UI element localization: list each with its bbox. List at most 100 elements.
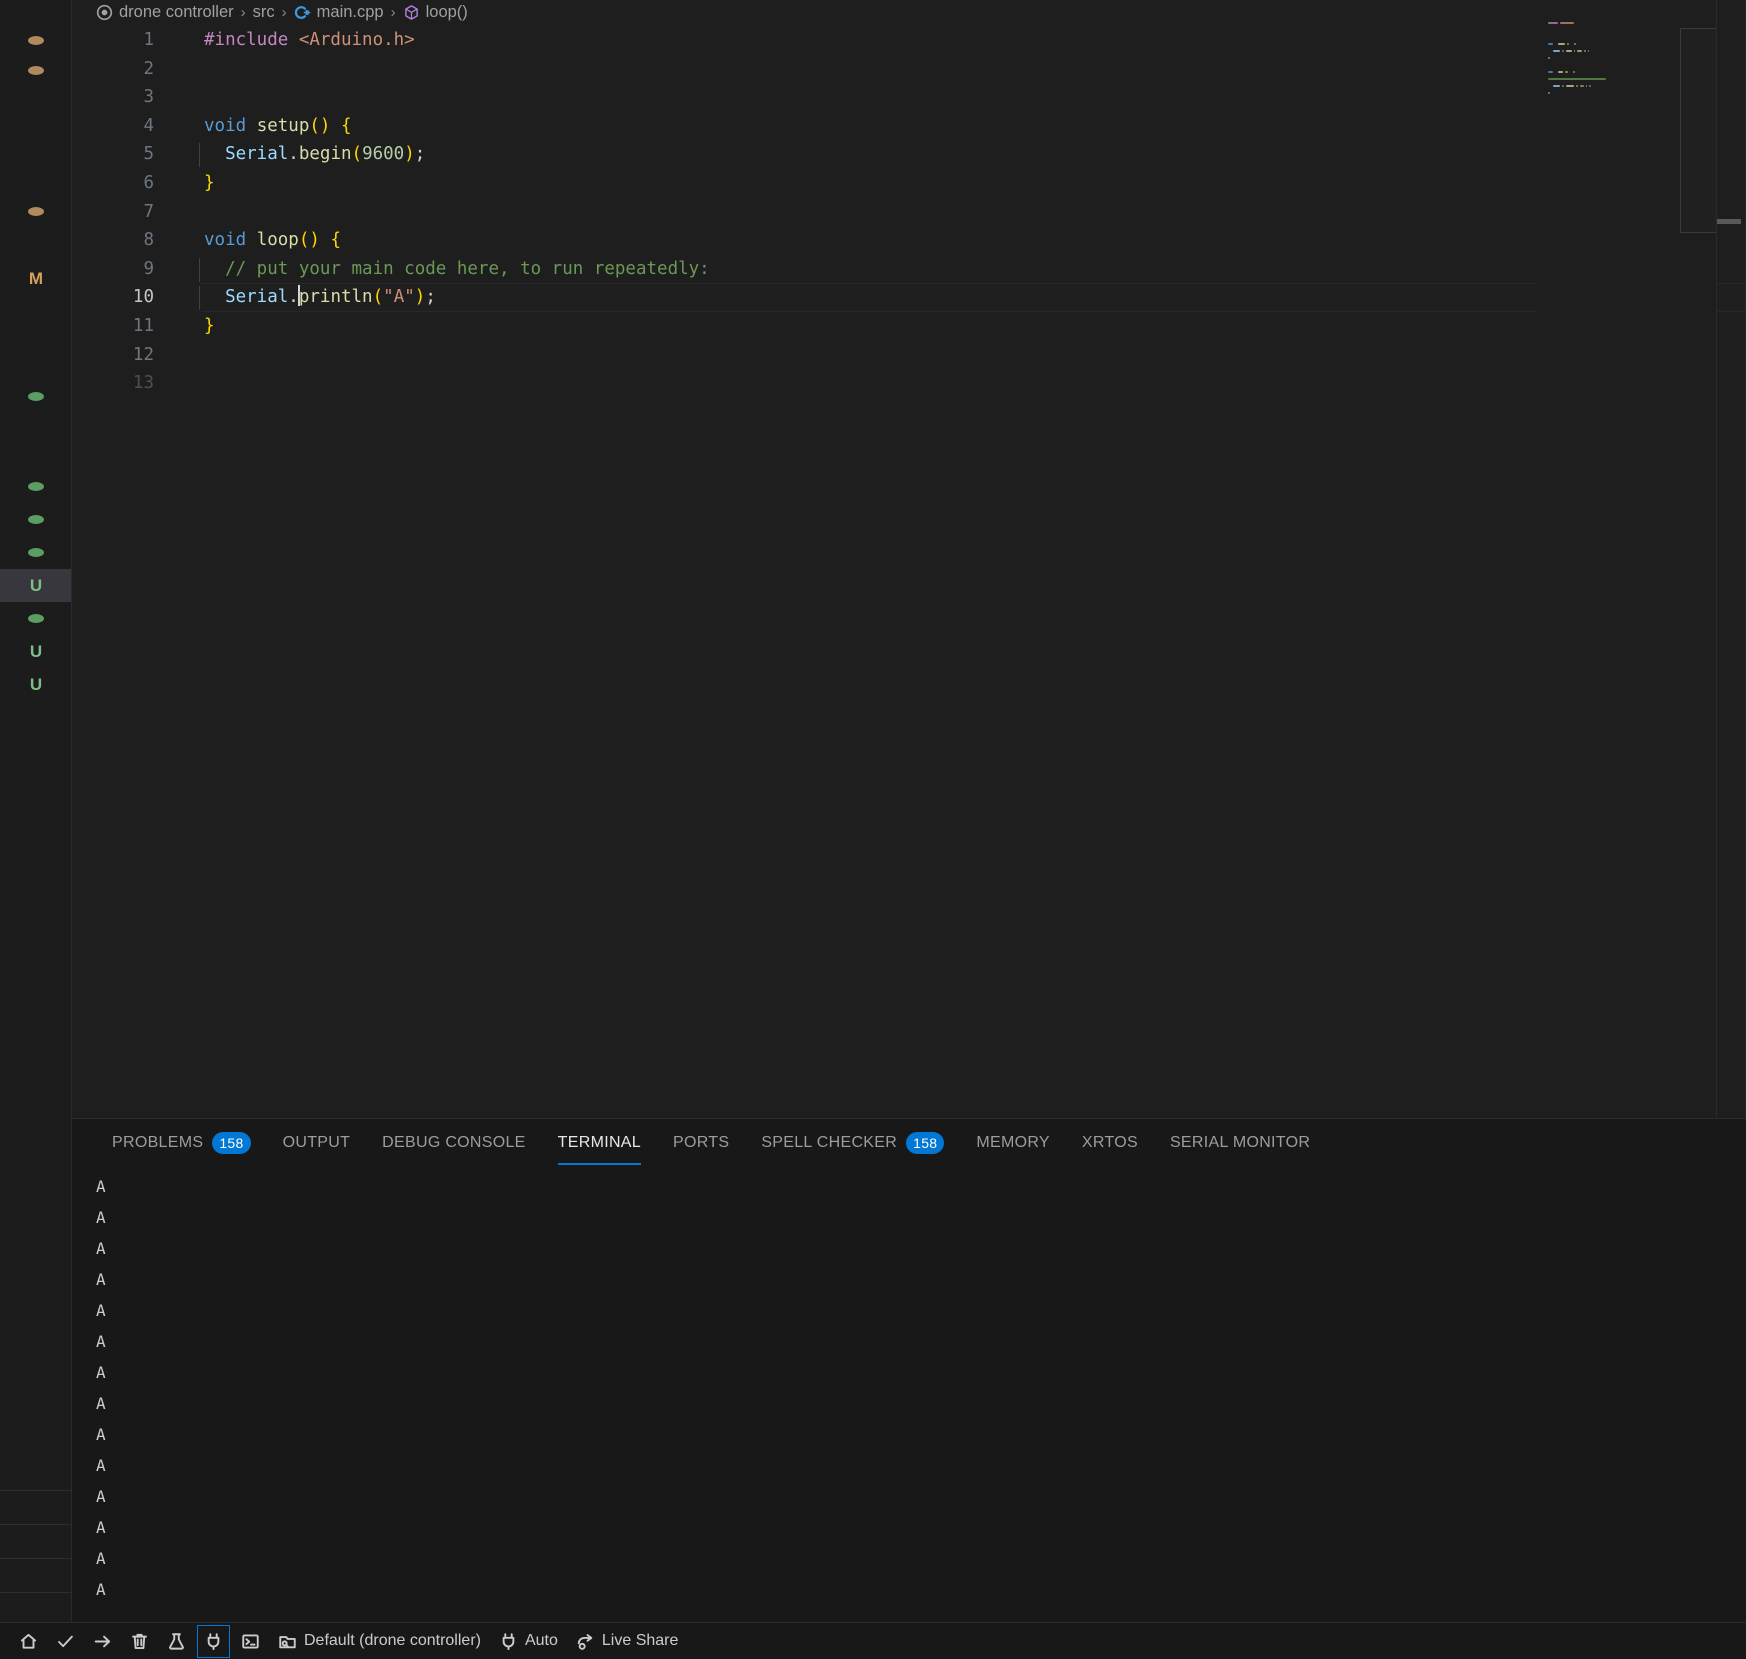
- panel-tab-problems[interactable]: PROBLEMS 158: [96, 1121, 267, 1165]
- code-line[interactable]: 9 // put your main code here, to run rep…: [72, 255, 1746, 284]
- status-platformio-home[interactable]: [10, 1623, 47, 1659]
- source-control-item-3[interactable]: M: [0, 262, 71, 295]
- panel-tab-spell-checker[interactable]: SPELL CHECKER 158: [745, 1121, 960, 1165]
- terminal-line: A: [96, 1301, 106, 1320]
- panel-tab-terminal[interactable]: TERMINAL: [542, 1121, 657, 1165]
- editor-vertical-scrollbar[interactable]: [1716, 0, 1746, 1118]
- code-line[interactable]: 4 void setup() {: [72, 112, 1746, 141]
- scm-status-letter: U: [29, 642, 43, 661]
- breadcrumb-item-3[interactable]: loop(): [403, 3, 468, 22]
- scrollbar-track: [1716, 0, 1717, 1118]
- scm-status-dot-icon: [28, 66, 44, 75]
- source-control-item-1[interactable]: [0, 54, 71, 87]
- code-token: (: [351, 144, 363, 165]
- status-platformio-upload[interactable]: [84, 1623, 121, 1659]
- source-control-item-5[interactable]: [0, 470, 71, 503]
- panel-tab-label: MEMORY: [976, 1134, 1050, 1151]
- panel-tab-ports[interactable]: PORTS: [657, 1121, 745, 1165]
- target-icon: [96, 4, 113, 21]
- panel-tab-badge: 158: [906, 1132, 945, 1154]
- code-token: 9600: [362, 144, 405, 165]
- code-line[interactable]: 7: [72, 198, 1746, 227]
- scm-status-dot-icon: [28, 392, 44, 401]
- breadcrumb-item-2[interactable]: main.cpp: [294, 3, 384, 22]
- panel-tab-serial-monitor[interactable]: SERIAL MONITOR: [1154, 1121, 1326, 1165]
- code-token: "A": [383, 287, 415, 308]
- status-live-share[interactable]: Live Share: [567, 1623, 688, 1659]
- status-platformio-port[interactable]: Auto: [490, 1623, 567, 1659]
- code-token: void: [204, 115, 247, 136]
- status-platformio-serial-monitor[interactable]: [195, 1623, 232, 1659]
- code-line[interactable]: 12: [72, 341, 1746, 370]
- source-control-item-4[interactable]: [0, 380, 71, 413]
- status-platformio-project-env[interactable]: Default (drone controller): [269, 1623, 490, 1659]
- check-icon: [56, 1632, 75, 1651]
- code-line[interactable]: 13: [72, 369, 1746, 398]
- source-control-item-10[interactable]: U: [0, 635, 71, 668]
- code-editor[interactable]: drone controller › src › main.cpp › loop() 1 #i…: [72, 0, 1746, 1118]
- code-token: void: [204, 230, 247, 251]
- code-content[interactable]: 1 #include <Arduino.h> 2 3 4 void setup() {5 …: [72, 24, 1746, 398]
- breadcrumb-item-label: main.cpp: [316, 2, 384, 21]
- code-line-text: }: [182, 312, 215, 341]
- breadcrumb-item-0[interactable]: drone controller: [96, 3, 234, 22]
- code-token: }: [204, 315, 215, 336]
- source-control-item-7[interactable]: [0, 536, 71, 569]
- terminal-output[interactable]: AAAAAAAAAAAAAA: [72, 1165, 1746, 1622]
- panel-tab-xrtos[interactable]: XRTOS: [1066, 1121, 1154, 1165]
- scm-status-dot-icon: [28, 548, 44, 557]
- line-number: 7: [143, 201, 154, 222]
- status-platformio-new-terminal[interactable]: [232, 1623, 269, 1659]
- code-line[interactable]: 3: [72, 83, 1746, 112]
- panel-tab-output[interactable]: OUTPUT: [267, 1121, 367, 1165]
- indent-guide: [199, 143, 200, 168]
- code-line-text: // put your main code here, to run repea…: [182, 255, 710, 284]
- status-platformio-clean[interactable]: [121, 1623, 158, 1659]
- code-line[interactable]: 6}: [72, 169, 1746, 198]
- source-control-item-11[interactable]: U: [0, 668, 71, 701]
- code-token: Serial: [225, 144, 289, 165]
- panel-tab-memory[interactable]: MEMORY: [960, 1121, 1066, 1165]
- terminal-line: A: [96, 1487, 106, 1506]
- status-platformio-test[interactable]: [158, 1623, 195, 1659]
- terminal-line: A: [96, 1518, 106, 1537]
- code-token: ): [414, 287, 426, 308]
- terminal-line: A: [96, 1363, 106, 1382]
- terminal-line: A: [96, 1549, 106, 1568]
- code-line[interactable]: 2: [72, 55, 1746, 84]
- source-control-item-8[interactable]: U: [0, 569, 71, 602]
- code-line[interactable]: 10 Serial.println("A");: [72, 283, 1746, 312]
- status-bar[interactable]: Default (drone controller) Auto Live Share: [0, 1622, 1746, 1659]
- code-line-text: void setup() {: [182, 112, 352, 141]
- line-number: 10: [132, 287, 154, 308]
- breadcrumb-item-1[interactable]: src: [253, 3, 275, 22]
- status-platformio-build[interactable]: [47, 1623, 84, 1659]
- terminal-line: A: [96, 1239, 106, 1258]
- code-line[interactable]: 11}: [72, 312, 1746, 341]
- breadcrumb-item-label: drone controller: [119, 2, 234, 21]
- code-token: ;: [414, 144, 426, 165]
- source-control-item-6[interactable]: [0, 503, 71, 536]
- line-number: 11: [132, 315, 154, 336]
- scm-status-dot-icon: [28, 36, 44, 45]
- breadcrumb[interactable]: drone controller › src › main.cpp › loop(): [72, 0, 1746, 24]
- panel-tab-debug-console[interactable]: DEBUG CONSOLE: [366, 1121, 542, 1165]
- panel-tab-label: PORTS: [672, 1134, 730, 1151]
- code-line-text: void loop() {: [182, 226, 341, 255]
- panel-tab-bar[interactable]: PROBLEMS 158 OUTPUT DEBUG CONSOLE TERMINAL PO…: [72, 1119, 1746, 1165]
- code-line[interactable]: 8 void loop() {: [72, 226, 1746, 255]
- line-number: 3: [143, 87, 154, 108]
- code-line[interactable]: 1 #include <Arduino.h>: [72, 26, 1746, 55]
- panel-tab-badge: 158: [212, 1132, 251, 1154]
- source-control-sidebar[interactable]: MUUU: [0, 0, 72, 1622]
- source-control-item-9[interactable]: [0, 602, 71, 635]
- source-control-item-0[interactable]: [0, 24, 71, 57]
- source-control-item-2[interactable]: [0, 195, 71, 228]
- code-line[interactable]: 5 Serial.begin(9600);: [72, 140, 1746, 169]
- arrow-right-icon: [93, 1632, 112, 1651]
- line-number: 5: [143, 144, 154, 165]
